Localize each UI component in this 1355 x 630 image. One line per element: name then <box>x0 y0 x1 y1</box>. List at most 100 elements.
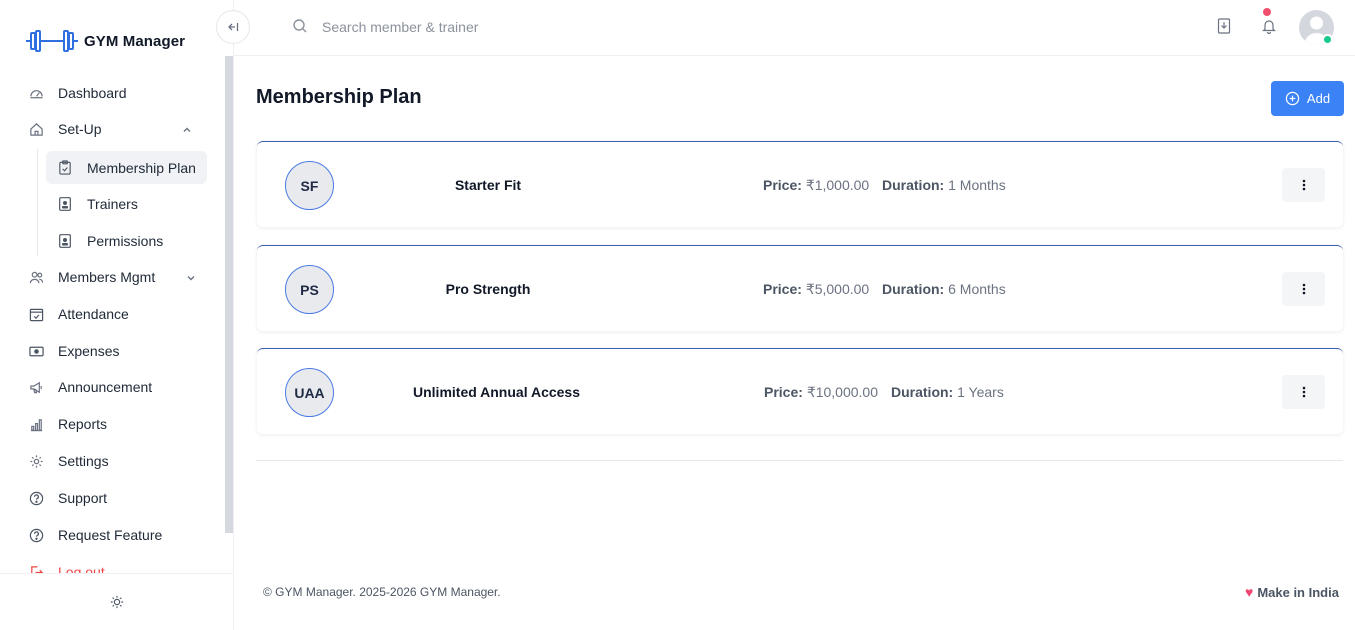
add-button-label: Add <box>1306 91 1331 106</box>
add-plan-button[interactable]: Add <box>1271 81 1344 116</box>
home-icon <box>28 121 44 137</box>
sidebar-item-label: Support <box>58 490 108 506</box>
plan-card: UAA Unlimited Annual Access Price: ₹10,0… <box>257 348 1343 434</box>
app-title: GYM Manager <box>84 32 186 50</box>
sidebar-item-label: Members Mgmt <box>58 269 156 285</box>
sidebar-item-label: Settings <box>58 453 109 469</box>
gear-icon <box>28 453 44 469</box>
footer-copyright: © GYM Manager. 2025-2026 GYM Manager. <box>263 585 501 599</box>
sidebar-item-label: Membership Plan <box>87 159 196 176</box>
clipboard-icon <box>57 160 73 176</box>
sun-icon <box>110 595 123 609</box>
duration-value: 1 Months <box>948 177 1006 193</box>
plan-price: Price: ₹5,000.00 <box>763 281 869 298</box>
plus-circle-icon <box>1285 91 1300 106</box>
sidebar-item-label: Announcement <box>58 379 153 395</box>
online-status-dot <box>1322 34 1333 45</box>
plan-duration: Duration: 6 Months <box>882 281 1006 297</box>
duration-label: Duration: <box>882 281 945 297</box>
sidebar-item-logout[interactable]: Log out <box>18 557 208 574</box>
more-options-button[interactable] <box>1282 375 1325 409</box>
gauge-icon <box>28 85 44 101</box>
sidebar-nav: Dashboard Set-Up Membership Plan Trainer… <box>0 74 225 574</box>
sidebar-item-expenses[interactable]: Expenses <box>18 336 208 366</box>
cash-icon <box>28 343 44 359</box>
price-value: ₹5,000.00 <box>805 281 870 297</box>
more-options-button[interactable] <box>1282 272 1325 306</box>
plan-name: Starter Fit <box>454 177 522 193</box>
search-icon <box>292 18 308 39</box>
more-vertical-icon <box>1302 283 1305 295</box>
collapse-left-icon <box>228 23 239 31</box>
page-title: Membership Plan <box>256 86 422 108</box>
sidebar-item-settings[interactable]: Settings <box>18 446 208 476</box>
sidebar-item-permissions[interactable]: Permissions <box>46 224 207 257</box>
plan-duration: Duration: 1 Years <box>891 384 1004 400</box>
sidebar-item-dashboard[interactable]: Dashboard <box>18 78 208 108</box>
id-badge-icon <box>57 233 73 249</box>
plan-name: Unlimited Annual Access <box>413 384 581 400</box>
sidebar-item-request-feature[interactable]: Request Feature <box>18 520 208 550</box>
price-label: Price: <box>764 384 803 400</box>
plan-duration: Duration: 1 Months <box>882 177 1006 193</box>
plan-card: SF Starter Fit Price: ₹1,000.00 Duration… <box>257 141 1343 227</box>
search-input[interactable] <box>322 14 622 40</box>
help-circle-icon <box>28 490 44 506</box>
sidebar-item-announcement[interactable]: Announcement <box>18 372 208 402</box>
plan-price: Price: ₹10,000.00 <box>764 384 878 401</box>
duration-label: Duration: <box>891 384 954 400</box>
sidebar-item-label: Reports <box>58 416 108 432</box>
collapse-sidebar-button[interactable] <box>216 10 250 44</box>
sidebar-item-reports[interactable]: Reports <box>18 409 208 439</box>
duration-label: Duration: <box>882 177 945 193</box>
calendar-check-icon <box>28 306 44 322</box>
duration-value: 6 Months <box>948 281 1006 297</box>
footer-made-in: ♥ Make in India <box>1245 584 1339 600</box>
top-header <box>234 0 1355 56</box>
price-value: ₹10,000.00 <box>806 384 879 400</box>
sidebar-item-trainers[interactable]: Trainers <box>46 187 207 220</box>
dumbbell-icon <box>26 30 78 52</box>
chevron-down-icon <box>186 270 196 286</box>
sidebar-item-support[interactable]: Support <box>18 483 208 513</box>
sidebar-item-label: Trainers <box>87 195 138 212</box>
plan-name: Pro Strength <box>445 281 531 297</box>
submenu-guide-line <box>37 149 38 256</box>
price-value: ₹1,000.00 <box>805 177 870 193</box>
sidebar-item-membership-plan[interactable]: Membership Plan <box>46 151 207 184</box>
plan-initials-avatar: PS <box>285 265 334 314</box>
made-in-label: Make in India <box>1257 584 1339 600</box>
sidebar-item-label: Request Feature <box>58 527 163 543</box>
more-options-button[interactable] <box>1282 168 1325 202</box>
megaphone-icon <box>28 379 44 395</box>
sidebar-item-attendance[interactable]: Attendance <box>18 299 208 329</box>
sidebar-scrollbar[interactable] <box>225 56 233 533</box>
chevron-up-icon <box>182 122 192 138</box>
theme-toggle[interactable] <box>0 573 233 630</box>
more-vertical-icon <box>1302 386 1305 398</box>
bell-icon[interactable] <box>1262 18 1276 39</box>
download-icon[interactable] <box>1217 18 1231 39</box>
notification-dot <box>1263 8 1271 16</box>
id-badge-icon <box>57 196 73 212</box>
plan-price: Price: ₹1,000.00 <box>763 177 869 194</box>
sidebar-item-members-mgmt[interactable]: Members Mgmt <box>18 262 208 292</box>
plan-initials-avatar: UAA <box>285 368 334 417</box>
price-label: Price: <box>763 281 802 297</box>
more-vertical-icon <box>1302 179 1305 191</box>
price-label: Price: <box>763 177 802 193</box>
sidebar-item-label: Expenses <box>58 343 120 359</box>
heart-icon: ♥ <box>1245 584 1254 600</box>
users-icon <box>28 269 44 285</box>
duration-value: 1 Years <box>957 384 1004 400</box>
sidebar-item-label: Set-Up <box>58 121 102 137</box>
help-circle-icon <box>28 527 44 543</box>
plan-initials-avatar: SF <box>285 161 334 210</box>
plan-card: PS Pro Strength Price: ₹5,000.00 Duratio… <box>257 245 1343 331</box>
sidebar-item-label: Permissions <box>87 232 164 249</box>
sidebar: GYM Manager Dashboard Set-Up Membership … <box>0 0 234 630</box>
app-logo[interactable]: GYM Manager <box>26 30 185 52</box>
content-divider <box>256 460 1343 461</box>
sidebar-item-setup[interactable]: Set-Up <box>18 114 208 144</box>
bar-chart-icon <box>28 416 44 432</box>
